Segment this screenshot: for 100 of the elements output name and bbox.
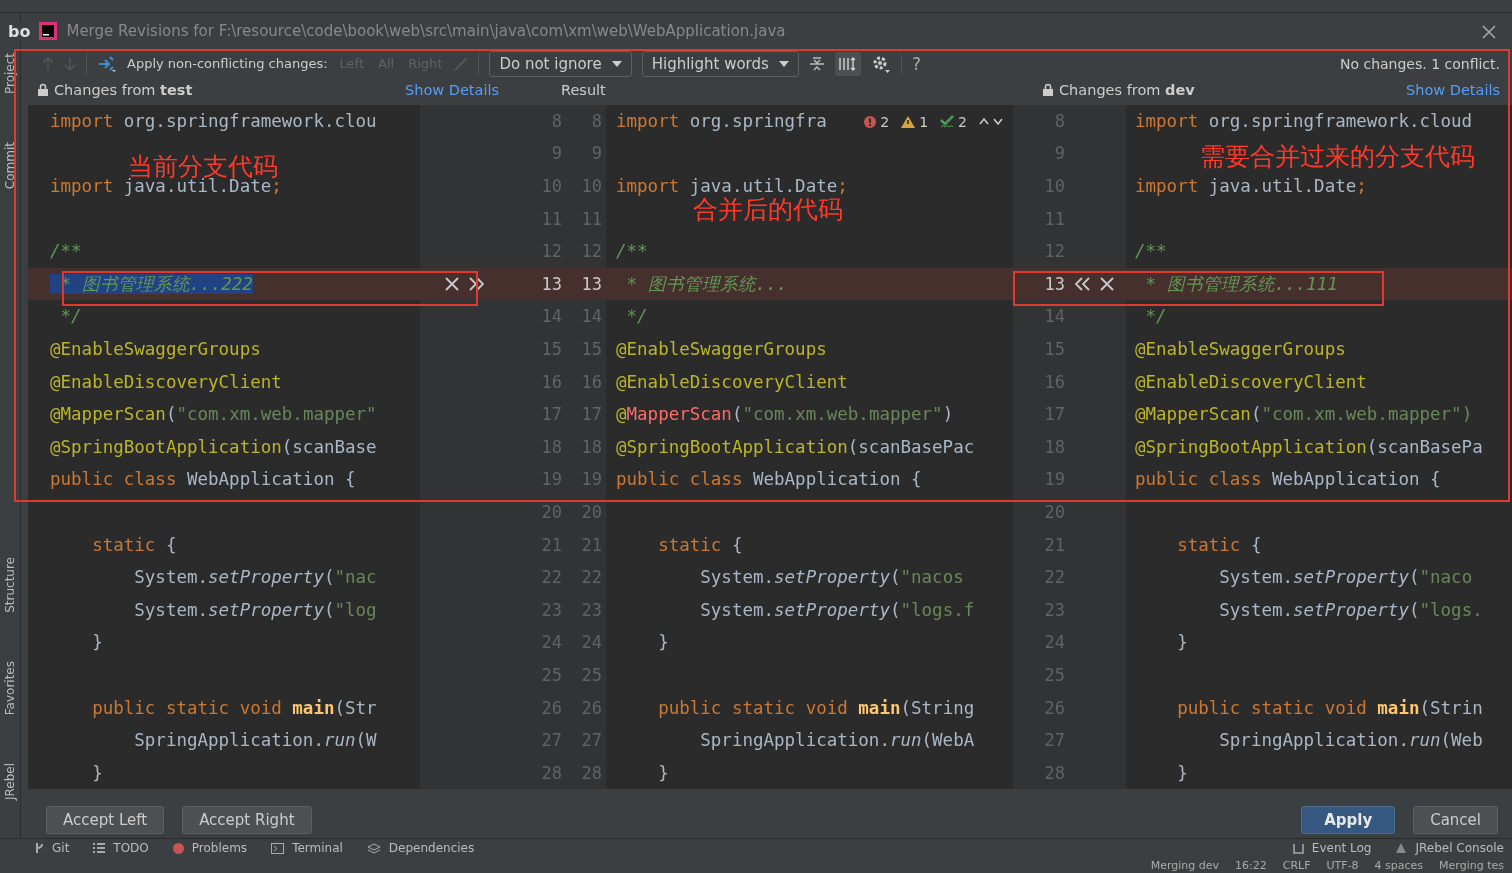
code-line: * 图书管理系统...	[625, 272, 788, 296]
show-details-link[interactable]: Show Details	[1406, 81, 1500, 98]
code-line: @EnableSwaggerGroups	[49, 339, 261, 359]
dialog-button[interactable]: Apply	[1301, 805, 1396, 834]
tool-window-tab[interactable]: Problems	[191, 841, 248, 855]
error-icon	[172, 842, 184, 854]
code-line: import org.springframework.cloud	[1134, 110, 1473, 131]
magic-wand-icon[interactable]	[97, 54, 117, 73]
layers-icon	[366, 842, 381, 854]
code-line: }	[1176, 762, 1188, 783]
code-line: @EnableDiscoveryClient	[49, 371, 282, 392]
status-item: Merging dev	[1150, 858, 1220, 872]
code-line: SpringApplication.run(WebA	[699, 730, 975, 751]
code-line: */	[1144, 306, 1167, 327]
dialog-button[interactable]: Accept Left	[46, 805, 165, 834]
code-line: @SpringBootApplication(scanBasePa	[1134, 436, 1483, 457]
code-line: public static void main(String	[657, 697, 975, 718]
annotation-text: 需要合并过来的分支代码	[1200, 141, 1475, 173]
side-tab[interactable]: JRebel	[3, 763, 17, 801]
status-item: 4 spaces	[1374, 858, 1424, 872]
caret-icon	[778, 60, 789, 67]
inspection-count[interactable]: 2	[880, 113, 890, 130]
annotation-text: 合并后的代码	[693, 195, 843, 226]
check-icon	[940, 115, 955, 129]
code-line: /**	[49, 241, 82, 262]
app-logo-icon	[39, 22, 58, 40]
branch-icon	[34, 842, 44, 854]
code-line: @EnableSwaggerGroups	[1134, 339, 1346, 359]
error-icon	[864, 115, 877, 128]
sync-scroll-icon[interactable]	[834, 51, 861, 76]
help-button[interactable]: ?	[911, 53, 921, 74]
code-line: @MapperScan("com.xm.web.mapper"	[49, 404, 377, 425]
window-title: Merge Revisions for F:\resource\code\book\web\src\main\java\com\xm\web\WebApplication.java	[66, 22, 786, 40]
code-line: }	[657, 762, 669, 783]
code-line: import org.springfra	[615, 110, 827, 131]
code-line: /**	[615, 241, 648, 262]
code-line: System.setProperty("logs.	[1218, 599, 1483, 620]
code-line: @EnableDiscoveryClient	[615, 371, 848, 392]
status-item: Merging tes	[1439, 858, 1504, 872]
double-chevron-left-icon[interactable]	[1073, 275, 1091, 292]
code-line: static {	[1176, 534, 1262, 555]
status-item: UTF-8	[1326, 858, 1359, 872]
code-line: import java.util.Date;	[615, 176, 848, 197]
pane-header: Result	[561, 81, 606, 98]
code-line: }	[91, 632, 103, 653]
dialog-button[interactable]: Cancel	[1413, 805, 1498, 834]
code-line: static {	[91, 534, 177, 555]
side-tab[interactable]: Favorites	[3, 661, 17, 716]
code-line: @EnableDiscoveryClient	[1134, 371, 1367, 392]
chevron-down-icon[interactable]	[993, 118, 1003, 126]
lock-icon	[38, 83, 48, 97]
list-icon	[93, 843, 106, 853]
dialog-button[interactable]: Accept Right	[182, 805, 312, 834]
tool-window-tab[interactable]: TODO	[113, 841, 149, 855]
chevron-up-icon[interactable]	[979, 118, 989, 126]
code-line: * 图书管理系统...111	[1144, 272, 1338, 296]
code-line: @EnableSwaggerGroups	[615, 339, 827, 359]
collapse-icon[interactable]	[808, 55, 825, 72]
code-line: public static void main(Strin	[1176, 697, 1483, 718]
code-line: System.setProperty("nac	[133, 567, 377, 588]
dropdown[interactable]: Do not ignore	[489, 50, 632, 77]
side-tab[interactable]: Structure	[3, 557, 17, 614]
caret-icon	[611, 60, 622, 67]
code-line: }	[1176, 632, 1188, 653]
show-details-link[interactable]: Show Details	[405, 81, 499, 98]
code-line: }	[657, 632, 669, 653]
tool-window-tab[interactable]: JRebel Console	[1415, 841, 1504, 855]
tool-window-tab[interactable]: Dependencies	[388, 841, 475, 855]
side-tab[interactable]: Project	[3, 53, 17, 95]
code-line: public class WebApplication {	[1134, 469, 1441, 490]
line-number: 13	[1043, 273, 1065, 294]
status-item: 16:22	[1235, 858, 1267, 872]
status-item: CRLF	[1282, 858, 1311, 872]
conflict-status: No changes. 1 conflict.	[1339, 55, 1500, 72]
code-line: public class WebApplication {	[49, 469, 356, 490]
pane-header: Changes from dev	[1059, 81, 1195, 98]
code-line: System.setProperty("nacos	[699, 567, 964, 588]
code-line: SpringApplication.run(W	[133, 730, 377, 751]
dropdown[interactable]: Highlight words	[641, 50, 799, 77]
tool-window-tab[interactable]: Git	[52, 841, 70, 855]
code-line: System.setProperty("logs.f	[699, 599, 975, 620]
tool-window-tab[interactable]: Event Log	[1311, 841, 1372, 855]
code-line: public static void main(Str	[91, 697, 377, 718]
close-icon[interactable]	[1482, 25, 1496, 39]
code-line: static {	[657, 534, 743, 555]
code-line: System.setProperty("log	[133, 599, 377, 620]
tool-window-tab[interactable]: Terminal	[292, 841, 343, 855]
close-icon[interactable]	[444, 275, 460, 292]
code-line: @MapperScan("com.xm.web.mapper")	[615, 404, 954, 425]
inspection-count[interactable]: 1	[919, 113, 929, 130]
inspection-count[interactable]: 2	[958, 113, 967, 130]
code-line: @SpringBootApplication(scanBasePac	[615, 436, 975, 457]
pane-header: Changes from test	[54, 81, 193, 98]
code-line: @MapperScan("com.xm.web.mapper")	[1134, 404, 1473, 425]
side-tab[interactable]: Commit	[3, 142, 17, 190]
double-chevron-right-icon[interactable]	[468, 275, 486, 292]
close-icon[interactable]	[1099, 275, 1115, 292]
line-number: 13	[580, 273, 602, 294]
code-line: */	[625, 306, 648, 327]
code-line: import org.springframework.clou	[49, 110, 377, 131]
